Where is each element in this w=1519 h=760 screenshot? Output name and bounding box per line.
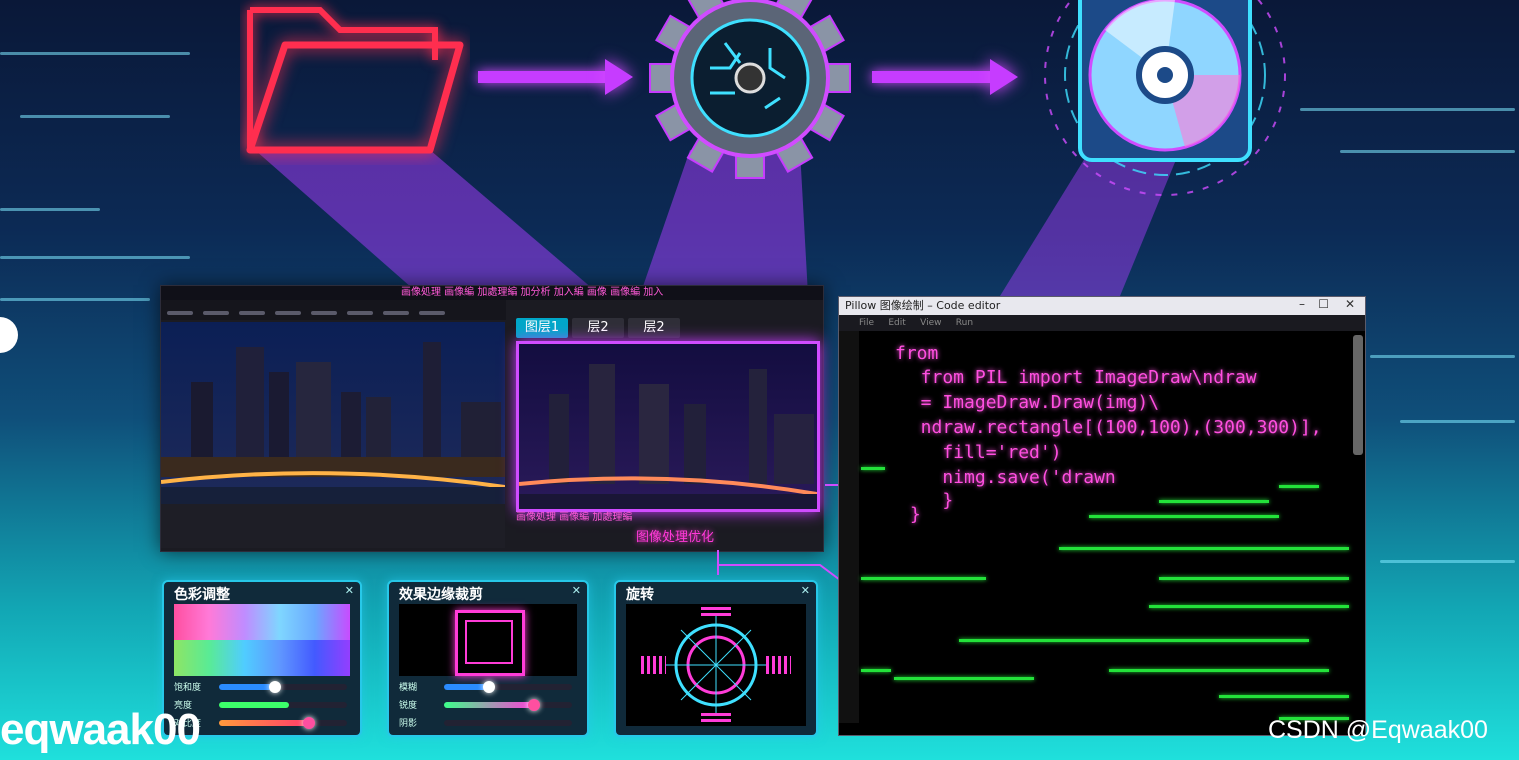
crop-preview	[399, 604, 577, 676]
code-line-marker	[1109, 669, 1329, 672]
rotate-icon	[641, 607, 791, 723]
code-menu-bar[interactable]: File Edit View Run	[839, 315, 1365, 331]
code-line[interactable]: ndraw.rectangle[(100,100),(300,300)],	[899, 417, 1322, 438]
saturation-slider[interactable]: 饱和度	[174, 680, 349, 694]
code-line[interactable]: fill='red')	[899, 442, 1061, 463]
tab-layer-2b[interactable]: 层2	[628, 318, 680, 338]
rotate-dial[interactable]	[626, 604, 806, 726]
panel-title: 旋转	[626, 587, 654, 603]
menu-item-file[interactable]: File	[859, 318, 874, 328]
close-icon[interactable]: ✕	[801, 584, 810, 597]
tab-layer-1[interactable]: 图层1	[516, 318, 568, 338]
code-line-marker	[959, 639, 1309, 642]
editor-toolbar[interactable]	[161, 504, 505, 548]
code-line-marker	[1089, 515, 1279, 518]
code-line-marker	[1149, 605, 1349, 608]
brand-text: eqwaak00	[0, 705, 201, 754]
minimize-icon[interactable]: –	[1299, 297, 1305, 311]
code-line[interactable]: }	[899, 504, 921, 525]
code-line-marker	[894, 677, 1034, 680]
editor-menu-bar[interactable]	[161, 300, 506, 320]
code-editor-window: Pillow 图像绘制 – Code editor – ☐ ✕ File Edi…	[838, 296, 1366, 736]
panel-title: 效果边缘裁剪	[399, 587, 483, 603]
code-line[interactable]: = ImageDraw.Draw(img)\	[899, 392, 1159, 413]
panel-title: 色彩调整	[174, 587, 230, 603]
disk-icon	[1044, 0, 1286, 196]
arrow-right-icon	[478, 71, 608, 83]
menu-item-edit[interactable]: Edit	[888, 318, 905, 328]
menu-item-run[interactable]: Run	[956, 318, 973, 328]
scrollbar[interactable]	[1353, 335, 1363, 455]
code-line-marker	[861, 467, 885, 470]
arrow-right-icon	[990, 59, 1018, 95]
original-image	[161, 322, 505, 504]
code-line-marker	[861, 669, 891, 672]
code-line[interactable]: from	[895, 343, 938, 364]
folder-icon	[246, 7, 464, 154]
code-window-title: Pillow 图像绘制 – Code editor	[839, 297, 1365, 315]
blur-slider[interactable]: 模糊	[399, 680, 574, 694]
editor-title-bar: 画像処理 画像編 加處理編 加分析 加入編 画像 画像編 加入	[161, 286, 823, 300]
contrast-slider[interactable]: 对比度	[174, 716, 349, 730]
line-number-gutter	[839, 331, 859, 723]
code-line-marker	[1159, 500, 1269, 503]
menu-item-view[interactable]: View	[920, 318, 941, 328]
code-line-marker	[1159, 577, 1349, 580]
gear-chip-icon	[649, 0, 851, 179]
close-icon[interactable]: ✕	[345, 584, 354, 597]
close-icon[interactable]: ✕	[572, 584, 581, 597]
shadow-slider[interactable]: 阴影	[399, 716, 574, 730]
layer-tabs: 图层1 层2 层2	[516, 316, 684, 338]
arrow-right-icon	[605, 59, 633, 95]
tab-layer-2[interactable]: 层2	[572, 318, 624, 338]
brightness-slider[interactable]: 亮度	[174, 698, 349, 712]
edge-crop-panel: 效果边缘裁剪 ✕ 模糊 锐度 阴影	[387, 580, 589, 737]
code-line-marker	[861, 577, 986, 580]
code-line[interactable]: from PIL import ImageDraw\ndraw	[899, 367, 1257, 388]
code-line-marker	[1219, 695, 1349, 698]
watermark-text: CSDN @Eqwaak00	[1268, 716, 1488, 744]
arrow-right-icon	[872, 71, 992, 83]
connector-lines	[717, 484, 841, 581]
maximize-icon[interactable]: ☐	[1318, 297, 1329, 311]
close-icon[interactable]: ✕	[1345, 297, 1355, 311]
code-line-marker	[1059, 547, 1349, 550]
color-swatch-grid[interactable]	[174, 604, 350, 676]
sharpness-slider[interactable]: 锐度	[399, 698, 574, 712]
code-line[interactable]: nimg.save('drawn	[899, 467, 1115, 488]
code-line-marker	[1279, 485, 1319, 488]
rotate-panel: 旋转 ✕	[614, 580, 818, 737]
